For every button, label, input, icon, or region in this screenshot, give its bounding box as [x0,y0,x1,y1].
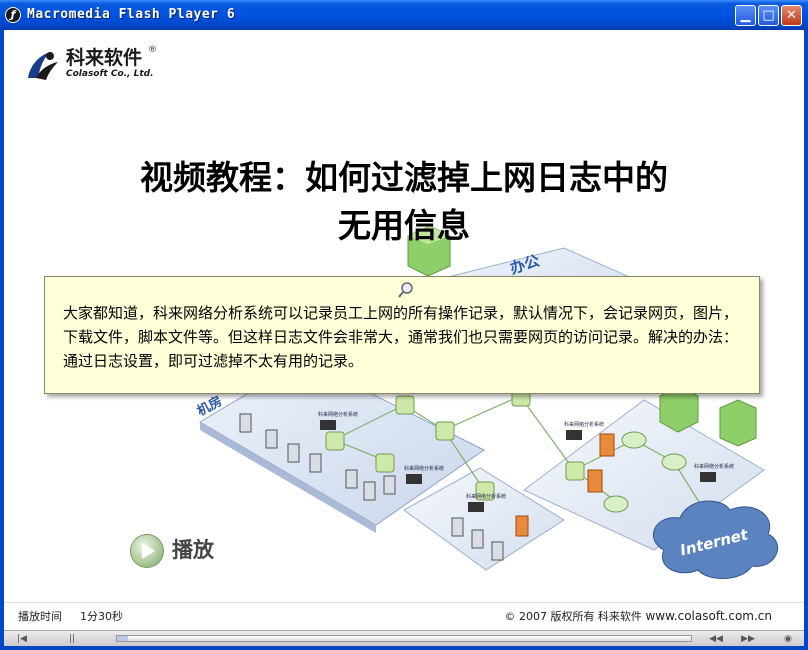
close-button[interactable]: ✕ [781,5,802,26]
info-callout: 大家都知道，科来网络分析系统可以记录员工上网的所有操作记录，默认情况下，会记录网… [44,276,760,394]
company-url: www.colasoft.com.cn [645,609,772,623]
window-border-bottom [0,646,808,650]
page-title-line-1: 视频教程：如何过滤掉上网日志中的 [140,158,668,197]
progress-fill [117,636,129,641]
play-label[interactable]: 播放 [172,535,214,565]
logo-name: 科来软件 [66,47,143,69]
flash-stage[interactable]: 办公 机房 科来网络分析系统 科来网络分析系统 科来网络分析系统 科来网络分析系… [4,30,804,602]
info-text: 大家都知道，科来网络分析系统可以记录员工上网的所有操作记录，默认情况下，会记录网… [63,304,739,370]
info-bar: 播放时间 1分30秒 © 2007 版权所有 科来软件 www.colasoft… [4,602,804,631]
analyzer-label-3: 科来网络分析系统 [466,493,506,500]
window-titlebar[interactable]: ƒ Macromedia Flash Player 6 ▁ □ ✕ [0,0,808,30]
step-forward-button[interactable]: ▶▶ [734,632,762,646]
colasoft-logo-icon [28,52,58,80]
flash-icon[interactable]: ƒ [5,7,21,23]
progress-track[interactable] [116,635,692,642]
playback-controller: |◀ || ◀◀ ▶▶ ◉ [4,630,804,647]
play-icon [142,543,155,559]
page-title: 视频教程：如何过滤掉上网日志中的 无用信息 [4,154,804,250]
logo-registered-mark: ® [148,45,157,55]
duration-value: 1分30秒 [80,610,123,623]
duration-label: 播放时间 [18,610,62,623]
minimize-button[interactable]: ▁ [735,5,756,26]
analyzer-label-1: 科来网络分析系统 [318,411,358,418]
window-title: Macromedia Flash Player 6 [27,7,236,22]
copyright-text: © 2007 版权所有 科来软件 [504,610,646,623]
analyzer-label-5: 科来网络分析系统 [694,463,734,470]
copyright-notice: © 2007 版权所有 科来软件 www.colasoft.com.cn [504,609,772,624]
page-title-line-2: 无用信息 [338,206,470,245]
logo-company-name: Colasoft Co., Ltd. [66,69,154,79]
play-button[interactable] [130,534,164,568]
pause-button[interactable]: || [58,632,86,646]
maximize-button[interactable]: □ [758,5,779,26]
rewind-button[interactable]: |◀ [8,632,36,646]
magnifier-icon [398,282,413,298]
options-button[interactable]: ◉ [774,632,802,646]
analyzer-label-4: 科来网络分析系统 [564,421,604,428]
analyzer-label-2: 科来网络分析系统 [404,465,444,472]
window-border-right [804,30,808,646]
step-back-button[interactable]: ◀◀ [702,632,730,646]
